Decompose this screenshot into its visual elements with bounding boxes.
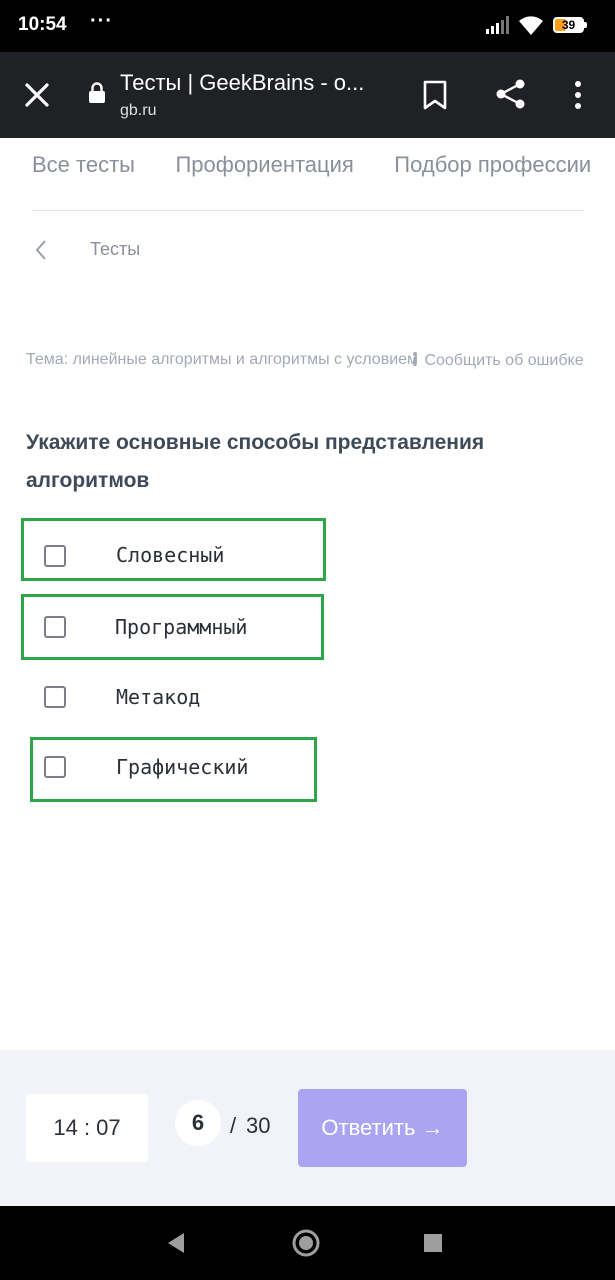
bookmark-icon[interactable] xyxy=(422,80,448,110)
highlight-box xyxy=(30,737,317,802)
tab-all-tests[interactable]: Все тесты xyxy=(32,152,135,178)
info-icon xyxy=(413,352,417,366)
signal-icon xyxy=(486,16,509,34)
back-triangle-icon[interactable] xyxy=(166,1232,186,1254)
current-question-number: 6 xyxy=(175,1100,221,1146)
bottom-action-bar: 14 : 07 6 / 30 Ответить → xyxy=(0,1050,615,1206)
system-nav-bar xyxy=(0,1206,615,1280)
tab-career-guidance[interactable]: Профориентация xyxy=(175,152,353,178)
status-time: 10:54 xyxy=(18,14,67,35)
wifi-icon xyxy=(519,16,543,35)
question-counter-separator: / xyxy=(230,1113,237,1138)
status-bar: 10:54 ··· 39 xyxy=(0,0,615,52)
option-checkbox[interactable] xyxy=(44,686,66,708)
home-circle-icon[interactable] xyxy=(291,1228,321,1258)
highlight-box xyxy=(21,518,326,581)
report-error-label[interactable]: Сообщить об ошибке xyxy=(424,352,583,369)
page-title[interactable]: Тесты | GeekBrains - о... xyxy=(120,70,390,96)
more-icon[interactable] xyxy=(568,80,588,110)
total-questions: 30 xyxy=(246,1113,271,1138)
tab-profession-selection[interactable]: Подбор профессии xyxy=(394,152,591,178)
report-error-link[interactable]: Сообщить об ошибке xyxy=(410,351,584,370)
topic-row: Тема: линейные алгоритмы и алгоритмы с у… xyxy=(26,351,606,375)
option-item[interactable]: Метакод xyxy=(24,668,324,724)
answer-button[interactable]: Ответить → xyxy=(298,1089,467,1167)
tabs-divider xyxy=(32,210,584,211)
chevron-left-icon[interactable] xyxy=(34,238,48,262)
highlight-box xyxy=(21,594,324,660)
status-notification-dots: ··· xyxy=(90,10,113,32)
browser-toolbar: Тесты | GeekBrains - о... gb.ru xyxy=(0,52,615,138)
page-domain[interactable]: gb.ru xyxy=(120,102,156,120)
share-icon[interactable] xyxy=(495,78,527,110)
timer-display: 14 : 07 xyxy=(26,1094,148,1162)
lock-icon xyxy=(89,82,105,103)
option-label[interactable]: Метакод xyxy=(116,685,200,709)
breadcrumb-tests[interactable]: Тесты xyxy=(90,239,140,260)
question-text: Укажите основные способы представления а… xyxy=(26,431,485,492)
recent-apps-icon[interactable] xyxy=(424,1234,442,1252)
close-icon[interactable] xyxy=(20,78,54,112)
topic-text: Тема: линейные алгоритмы и алгоритмы с у… xyxy=(26,351,419,368)
category-tabs: Все тесты Профориентация Подбор професси… xyxy=(32,152,615,178)
battery-icon: 39 xyxy=(553,17,587,33)
